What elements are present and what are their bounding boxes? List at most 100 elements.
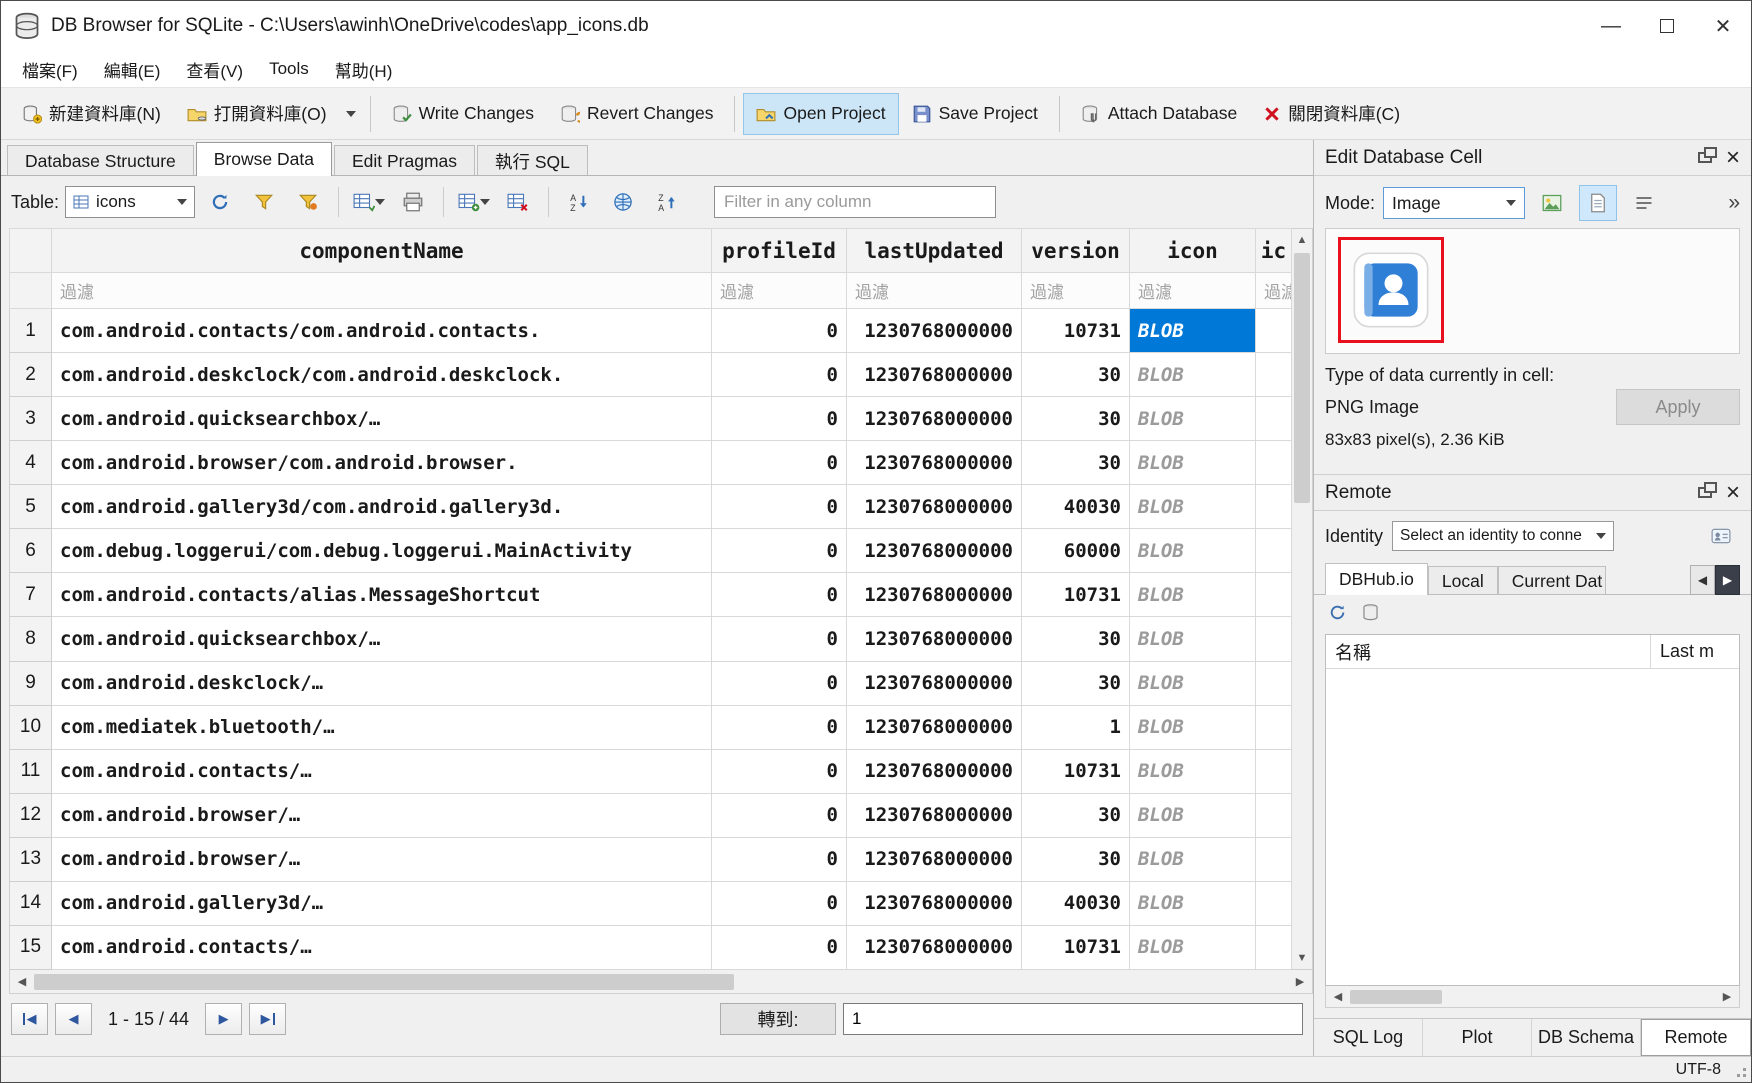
identity-select[interactable]: Select an identity to conne [1392,521,1614,551]
remote-refresh-button[interactable] [1328,603,1347,628]
lastUpdated-cell[interactable]: 1230768000000 [847,925,1022,969]
icon-cell[interactable]: BLOB [1130,925,1256,969]
lastUpdated-cell[interactable]: 1230768000000 [847,309,1022,353]
componentName-cell[interactable]: com.debug.loggerui/com.debug.loggerui.Ma… [52,529,712,573]
grid-corner-cell[interactable] [10,229,52,273]
componentName-cell[interactable]: com.android.browser/com.android.browser. [52,441,712,485]
ic-cell[interactable] [1256,617,1292,661]
scroll-right-arrow-icon[interactable]: ▶ [1715,990,1739,1003]
lastUpdated-cell[interactable]: 1230768000000 [847,485,1022,529]
print-button[interactable] [394,184,432,220]
lastUpdated-cell[interactable]: 1230768000000 [847,837,1022,881]
version-cell[interactable]: 30 [1022,397,1130,441]
column-header-version[interactable]: version [1022,229,1130,273]
horizontal-scrollbar[interactable]: ◀ ▶ [9,970,1313,994]
version-cell[interactable]: 60000 [1022,529,1130,573]
profileId-cell[interactable]: 0 [712,573,847,617]
version-cell[interactable]: 10731 [1022,573,1130,617]
ic-cell[interactable] [1256,793,1292,837]
word-wrap-button[interactable] [1625,185,1663,221]
profileId-cell[interactable]: 0 [712,529,847,573]
version-cell[interactable]: 30 [1022,793,1130,837]
menu-tools[interactable]: Tools [256,59,322,79]
lastUpdated-cell[interactable]: 1230768000000 [847,353,1022,397]
lastUpdated-cell[interactable]: 1230768000000 [847,529,1022,573]
lastUpdated-cell[interactable]: 1230768000000 [847,397,1022,441]
profileId-cell[interactable]: 0 [712,705,847,749]
icon-cell[interactable]: BLOB [1130,485,1256,529]
open-project-button[interactable]: Open Project [743,93,898,135]
float-panel-icon[interactable] [1698,487,1712,498]
row-number-cell[interactable]: 8 [10,617,52,661]
row-number-cell[interactable]: 5 [10,485,52,529]
goto-button[interactable]: 轉到: [720,1003,836,1035]
lastUpdated-cell[interactable]: 1230768000000 [847,573,1022,617]
filter-version[interactable]: 過濾 [1022,273,1130,309]
componentName-cell[interactable]: com.android.contacts/com.android.contact… [52,309,712,353]
ic-cell[interactable] [1256,661,1292,705]
componentName-cell[interactable]: com.android.browser/… [52,837,712,881]
filter-componentName[interactable]: 過濾 [52,273,712,309]
row-number-cell[interactable]: 7 [10,573,52,617]
icon-cell[interactable]: BLOB [1130,441,1256,485]
profileId-cell[interactable]: 0 [712,617,847,661]
encoding-button[interactable] [604,184,642,220]
version-cell[interactable]: 40030 [1022,485,1130,529]
import-data-button[interactable] [1533,185,1571,221]
lastUpdated-cell[interactable]: 1230768000000 [847,749,1022,793]
tab-browse-data[interactable]: Browse Data [196,142,332,176]
ic-cell[interactable] [1256,705,1292,749]
remote-table-body[interactable] [1326,669,1739,985]
horizontal-scrollbar-thumb[interactable] [34,974,734,990]
dock-tab-sql-log[interactable]: SQL Log [1314,1019,1423,1056]
scroll-left-arrow-icon[interactable]: ◀ [10,975,34,988]
ic-cell[interactable] [1256,309,1292,353]
filter-any-column-input[interactable] [714,186,996,218]
row-number-cell[interactable]: 2 [10,353,52,397]
delete-record-button[interactable] [499,184,537,220]
icon-cell[interactable]: BLOB [1130,749,1256,793]
column-header-icon[interactable]: icon [1130,229,1256,273]
componentName-cell[interactable]: com.android.deskclock/com.android.deskcl… [52,353,712,397]
componentName-cell[interactable]: com.android.contacts/… [52,925,712,969]
icon-cell[interactable]: BLOB [1130,705,1256,749]
row-number-cell[interactable]: 9 [10,661,52,705]
ic-cell[interactable] [1256,573,1292,617]
minimize-button[interactable]: — [1583,1,1639,51]
ic-cell[interactable] [1256,529,1292,573]
lastUpdated-cell[interactable]: 1230768000000 [847,793,1022,837]
encoding-status[interactable]: UTF-8 [1676,1061,1721,1079]
version-cell[interactable]: 1 [1022,705,1130,749]
profileId-cell[interactable]: 0 [712,661,847,705]
vertical-scrollbar-thumb[interactable] [1294,253,1310,503]
tab-database-structure[interactable]: Database Structure [7,145,194,176]
remote-tab-local[interactable]: Local [1428,566,1498,595]
apply-button[interactable]: Apply [1616,389,1740,425]
sort-ascending-button[interactable]: A Z [560,184,598,220]
first-page-button[interactable]: ◀ [11,1003,48,1035]
column-header-lastUpdated[interactable]: lastUpdated [847,229,1022,273]
profileId-cell[interactable]: 0 [712,309,847,353]
componentName-cell[interactable]: com.android.gallery3d/com.android.galler… [52,485,712,529]
version-cell[interactable]: 30 [1022,837,1130,881]
dock-tab-plot[interactable]: Plot [1423,1019,1532,1056]
menu-view[interactable]: 查看(V) [173,57,256,82]
remote-column-name[interactable]: 名稱 [1326,635,1651,668]
icon-cell[interactable]: BLOB [1130,837,1256,881]
componentName-cell[interactable]: com.android.quicksearchbox/… [52,617,712,661]
last-page-button[interactable]: ▶ [249,1003,286,1035]
new-record-button[interactable] [350,184,388,220]
profileId-cell[interactable]: 0 [712,925,847,969]
ic-cell[interactable] [1256,353,1292,397]
row-number-cell[interactable]: 3 [10,397,52,441]
import-identity-button[interactable] [1702,520,1740,552]
componentName-cell[interactable]: com.android.gallery3d/… [52,881,712,925]
table-select[interactable]: icons [65,186,195,218]
refresh-table-button[interactable] [201,184,239,220]
close-panel-icon[interactable]: × [1726,481,1740,505]
ic-cell[interactable] [1256,837,1292,881]
new-database-button[interactable]: 新建資料庫(N) [9,93,174,135]
contacts-app-icon-image[interactable] [1351,250,1431,330]
revert-changes-button[interactable]: Revert Changes [547,93,726,135]
icon-cell[interactable]: BLOB [1130,881,1256,925]
